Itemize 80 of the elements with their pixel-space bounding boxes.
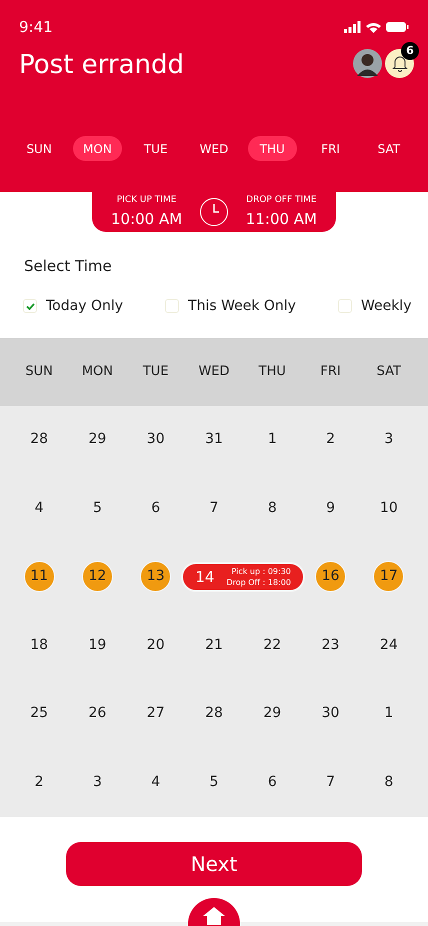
weekday-label: FRI (319, 362, 342, 381)
calendar-day[interactable]: 21 (205, 634, 223, 656)
battery-icon (386, 22, 409, 32)
dropoff-value: 11:00 AM (246, 208, 317, 230)
checkbox[interactable] (165, 299, 180, 313)
calendar-day[interactable]: 22 (263, 634, 282, 656)
calendar-day[interactable]: 2 (34, 772, 44, 793)
calendar-day[interactable]: 12 (82, 561, 113, 592)
calendar-day[interactable]: 19 (88, 634, 106, 656)
notification-badge: 6 (401, 42, 419, 60)
wifi-icon (366, 22, 381, 32)
next-button[interactable]: Next (66, 842, 362, 886)
calendar-day[interactable]: 18 (30, 634, 48, 656)
checkbox[interactable] (23, 299, 37, 313)
calendar-day[interactable]: 28 (30, 429, 48, 450)
day-tab[interactable]: SAT (364, 136, 414, 161)
avatar[interactable] (353, 49, 382, 78)
day-tab[interactable]: TUE (131, 136, 180, 161)
day-tab[interactable]: MON (72, 136, 122, 161)
calendar-day[interactable]: 26 (88, 703, 106, 724)
weekday-label: THU (258, 362, 287, 381)
option-label: Weekly (360, 296, 412, 316)
calendar-day[interactable]: 30 (146, 429, 165, 450)
calendar-day[interactable]: 5 (210, 772, 218, 793)
calendar-day[interactable]: 25 (30, 703, 48, 724)
calendar-day[interactable]: 24 (380, 634, 398, 656)
calendar-day[interactable]: 10 (380, 498, 398, 519)
calendar-day[interactable]: 20 (146, 634, 165, 656)
calendar-day[interactable]: 13 (140, 561, 172, 592)
calendar-day[interactable]: 6 (268, 772, 277, 793)
calendar-day[interactable]: 9 (326, 498, 336, 519)
check-icon (26, 302, 34, 310)
status-time: 9:41 (19, 16, 53, 38)
calendar-day[interactable]: 6 (151, 498, 160, 519)
calendar-day[interactable]: 1 (268, 429, 277, 450)
section-title: Select Time (23, 256, 113, 277)
calendar-day[interactable]: 7 (326, 772, 336, 793)
weekday-label: TUE (142, 362, 170, 381)
pickup-time: Pick up : 09:30 (231, 566, 291, 577)
calendar-day[interactable]: 5 (92, 498, 102, 519)
pickup-label: PICK UP TIME (116, 194, 176, 207)
weekday-label: SUN (24, 362, 54, 381)
bell-icon (392, 55, 408, 72)
calendar-day[interactable]: 3 (384, 429, 394, 450)
weekday-label: MON (80, 362, 114, 381)
event-day[interactable]: 14 Pick up : 09:30 Drop Off : 18:00 (181, 562, 305, 592)
option-label: Today Only (46, 296, 124, 316)
signal-icon (344, 21, 361, 33)
dropoff-time: Drop Off : 18:00 (226, 576, 291, 588)
calendar-day[interactable]: 17 (373, 561, 404, 592)
calendar-day[interactable]: 29 (263, 703, 282, 724)
calendar-day[interactable]: 4 (34, 498, 44, 519)
day-tab[interactable]: SUN (14, 136, 64, 161)
weekday-label: SAT (376, 362, 402, 381)
calendar-day[interactable]: 3 (92, 772, 102, 793)
calendar-day[interactable]: 28 (205, 703, 223, 724)
day-tab[interactable]: FRI (306, 136, 356, 161)
home-icon (203, 907, 225, 925)
day-tab[interactable]: THU (248, 136, 297, 161)
weekday-label: WED (197, 362, 231, 381)
pickup-value: 10:00 AM (111, 208, 182, 230)
calendar-day[interactable]: 30 (322, 703, 340, 724)
calendar-day[interactable]: 11 (24, 561, 55, 592)
calendar-day[interactable]: 4 (151, 772, 160, 793)
calendar-day[interactable]: 23 (322, 634, 340, 656)
calendar-day[interactable]: 7 (210, 498, 218, 519)
calendar-day[interactable]: 27 (146, 703, 165, 724)
calendar-day[interactable]: 1 (384, 703, 394, 724)
option-label: This Week Only (188, 296, 296, 316)
dropoff-label: DROP OFF TIME (246, 194, 317, 207)
calendar-day[interactable]: 16 (315, 561, 346, 592)
calendar-day[interactable]: 8 (268, 498, 277, 519)
page-title: Post errandd (19, 49, 184, 82)
day-tab[interactable]: WED (189, 136, 238, 161)
calendar-day[interactable]: 8 (384, 772, 394, 793)
checkbox[interactable] (338, 299, 352, 313)
calendar-day[interactable]: 29 (88, 429, 106, 450)
calendar-day[interactable]: 31 (205, 429, 223, 450)
clock-icon (199, 197, 229, 227)
calendar-day[interactable]: 2 (326, 429, 336, 450)
